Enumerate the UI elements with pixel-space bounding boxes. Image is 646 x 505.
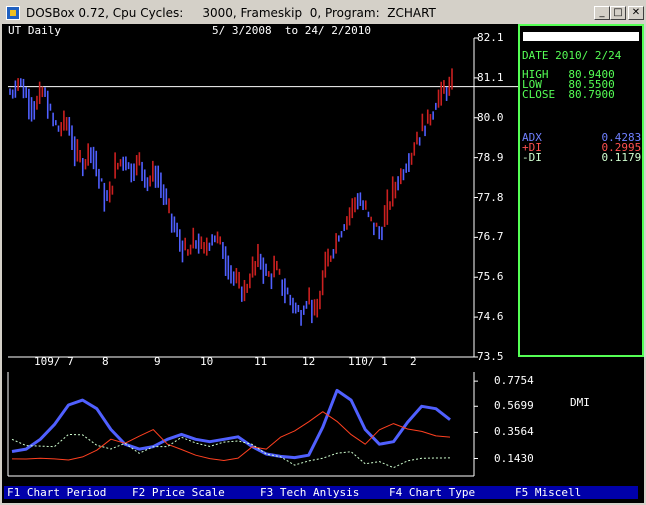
dmi-series-plusdi xyxy=(11,411,451,461)
f4-chart-type-key[interactable]: F4 Chart Type xyxy=(389,487,475,499)
maximize-button[interactable]: □ xyxy=(610,6,626,20)
dosbox-app-icon[interactable] xyxy=(6,6,20,20)
window-title: DOSBox 0.72, Cpu Cycles: 3000, Frameskip… xyxy=(26,6,436,20)
f1-chart-period-key[interactable]: F1 Chart Period xyxy=(7,487,106,499)
dmi-y-tick-label: 0.3564 xyxy=(494,425,534,439)
price-y-tick-label: 82.1 xyxy=(477,31,504,44)
f2-price-scale-key[interactable]: F2 Price Scale xyxy=(132,487,225,499)
dmi-y-tick-label: 0.5699 xyxy=(494,399,534,413)
function-key-bar: F1 Chart Period F2 Price Scale F3 Tech A… xyxy=(4,486,638,499)
chart-symbol: UT Daily xyxy=(8,24,61,37)
price-y-tick-label: 73.5 xyxy=(477,350,504,363)
close-button[interactable]: ✕ xyxy=(628,6,644,20)
quote-close: CLOSE 80.7900 xyxy=(522,88,615,101)
price-y-tick-label: 81.1 xyxy=(477,70,504,84)
f3-tech-analysis-key[interactable]: F3 Tech Anlysis xyxy=(260,487,359,499)
quote-info-panel: DATE 2010/ 2/24 HIGH 80.9400 LOW 80.5500… xyxy=(518,24,644,357)
price-y-tick-label: 77.8 xyxy=(477,190,504,204)
price-x-tick-label: 2 xyxy=(410,355,417,368)
title-bar[interactable]: DOSBox 0.72, Cpu Cycles: 3000, Frameskip… xyxy=(2,2,644,24)
price-candles xyxy=(9,68,453,326)
price-x-tick-label: 109/ 7 xyxy=(34,355,74,368)
f5-miscell-key[interactable]: F5 Miscell xyxy=(515,487,581,499)
dmi-indicator xyxy=(11,388,451,469)
price-y-tick-label: 80.0 xyxy=(477,110,504,124)
quote-date: DATE 2010/ 2/24 xyxy=(522,49,622,62)
dmi-indicator-label: DMI xyxy=(570,396,590,409)
price-x-tick-label: 10 xyxy=(200,355,214,368)
price-y-tick-label: 74.6 xyxy=(477,310,504,324)
price-x-tick-label: 11 xyxy=(254,355,268,368)
price-y-tick-label: 75.6 xyxy=(477,270,504,284)
price-y-tick-label: 76.7 xyxy=(477,230,504,244)
price-x-tick-label: 9 xyxy=(154,355,161,368)
dmi-series-adx xyxy=(11,388,451,460)
dmi-y-tick-label: 0.1430 xyxy=(494,451,534,465)
minus-di-value: -DI 0.1179 xyxy=(522,151,642,164)
price-x-tick-label: 12 xyxy=(302,355,316,368)
price-y-tick-label: 78.9 xyxy=(477,150,504,164)
chart-date-range: 5/ 3/2008 to 24/ 2/2010 xyxy=(212,24,371,37)
info-header-bar xyxy=(523,32,639,41)
dmi-y-tick-label: 0.7754 xyxy=(494,374,534,388)
price-x-tick-label: 8 xyxy=(102,355,109,368)
price-x-tick-label: 110/ 1 xyxy=(348,355,388,368)
dosbox-window: DOSBox 0.72, Cpu Cycles: 3000, Frameskip… xyxy=(0,0,646,505)
minimize-button[interactable]: _ xyxy=(594,6,610,20)
dos-screen: UT Daily 5/ 3/2008 to 24/ 2/2010 82.1 81.… xyxy=(4,24,644,503)
